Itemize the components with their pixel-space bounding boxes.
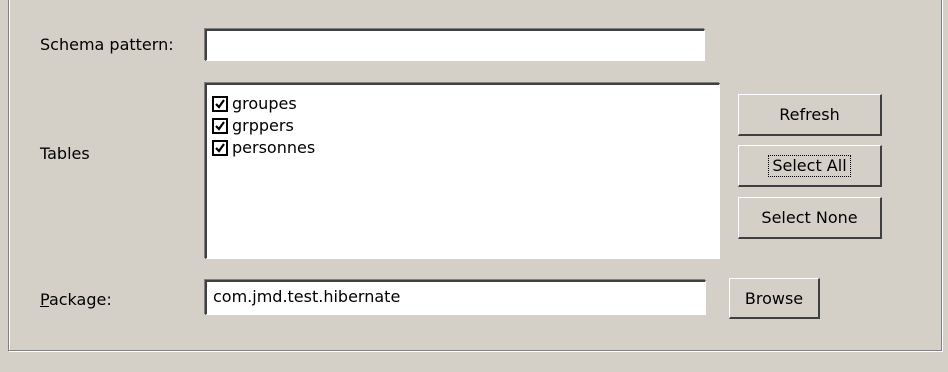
table-name: groupes: [232, 94, 297, 113]
select-all-button[interactable]: Select All: [738, 145, 882, 187]
tables-label: Tables: [40, 144, 90, 163]
select-all-button-label: Select All: [768, 154, 851, 177]
browse-button[interactable]: Browse: [729, 278, 820, 319]
list-item[interactable]: grppers: [212, 115, 294, 137]
checkbox-checked-icon[interactable]: [212, 96, 228, 112]
browse-button-label: Browse: [744, 288, 804, 308]
package-label-mnemonic: P: [40, 290, 49, 309]
package-input[interactable]: com.jmd.test.hibernate: [205, 280, 706, 315]
schema-pattern-label: Schema pattern:: [40, 35, 174, 54]
checkbox-checked-icon[interactable]: [212, 140, 228, 156]
package-label-rest: ackage:: [48, 290, 112, 309]
refresh-button[interactable]: Refresh: [738, 94, 882, 136]
table-name: personnes: [232, 138, 316, 157]
select-none-button-label: Select None: [761, 208, 858, 227]
refresh-button-label: Refresh: [779, 105, 840, 124]
tables-list[interactable]: groupes grppers personnes: [205, 83, 720, 259]
package-value: com.jmd.test.hibernate: [213, 287, 401, 306]
checkbox-checked-icon[interactable]: [212, 118, 228, 134]
list-item[interactable]: groupes: [212, 93, 297, 115]
package-label: Package:: [40, 290, 112, 310]
list-item[interactable]: personnes: [212, 137, 315, 159]
schema-pattern-input[interactable]: [205, 29, 705, 61]
table-name: grppers: [232, 116, 294, 135]
select-none-button[interactable]: Select None: [738, 197, 882, 239]
